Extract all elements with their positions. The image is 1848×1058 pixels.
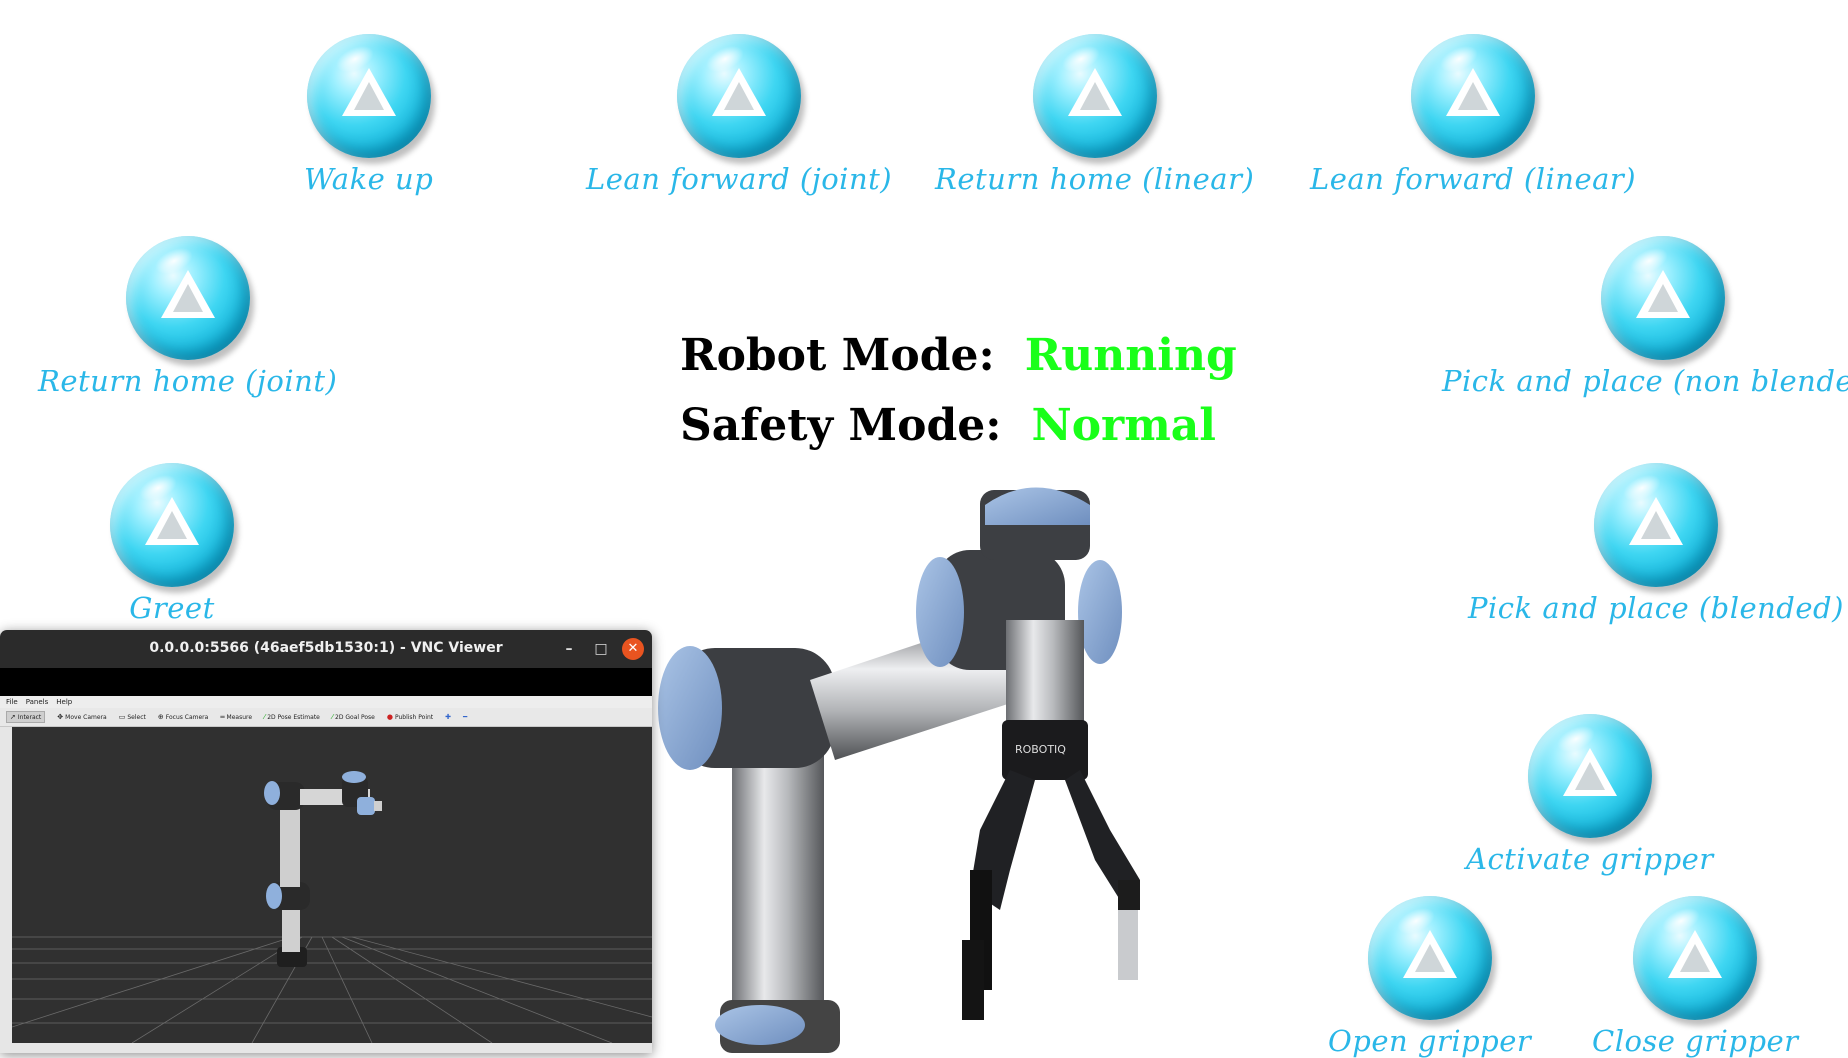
up-arrow-icon xyxy=(1527,714,1652,838)
up-arrow-icon xyxy=(677,34,802,158)
tool-label: Select xyxy=(127,713,146,721)
close-gripper-button[interactable]: Close gripper xyxy=(1592,896,1799,1058)
plus-icon: ✚ xyxy=(445,713,452,721)
up-arrow-icon xyxy=(1032,34,1157,158)
tool-label: Focus Camera xyxy=(165,713,209,721)
up-arrow-icon xyxy=(125,236,250,360)
arrow-icon: ⁄ xyxy=(331,713,334,721)
safety-mode-value: Normal xyxy=(1031,400,1217,451)
vnc-viewer-window[interactable]: 0.0.0.0:5566 (46aef5db1530:1) - VNC View… xyxy=(0,630,652,1053)
up-arrow-icon xyxy=(306,34,431,158)
menu-file[interactable]: File xyxy=(6,698,18,706)
tool-interact[interactable]: ➚ Interact xyxy=(6,711,46,723)
minimize-icon[interactable]: – xyxy=(558,638,580,660)
wake-up-button[interactable]: Wake up xyxy=(304,34,433,196)
pick-place-blended-label: Pick and place (blended) xyxy=(1468,591,1844,625)
tool-publish-point[interactable]: ● Publish Point xyxy=(387,713,433,721)
vnc-remote-top-bar xyxy=(0,668,652,696)
ruler-icon: ═ xyxy=(220,713,225,721)
tool-label: Publish Point xyxy=(394,713,434,721)
up-arrow-icon xyxy=(1367,896,1492,1020)
focus-icon: ⊕ xyxy=(157,713,164,721)
tool-label: Measure xyxy=(226,713,253,721)
rviz-robot-model xyxy=(264,771,382,967)
up-arrow-icon xyxy=(1411,34,1536,158)
lean-forward-linear-button[interactable]: Lean forward (linear) xyxy=(1310,34,1636,196)
up-arrow-icon xyxy=(1593,463,1718,587)
arrow-icon: ⁄ xyxy=(264,713,266,721)
menu-panels[interactable]: Panels xyxy=(26,698,49,706)
tool-remove[interactable]: ━ xyxy=(463,713,467,721)
menu-help[interactable]: Help xyxy=(56,698,72,706)
open-gripper-button[interactable]: Open gripper xyxy=(1328,896,1531,1058)
robot-arm-image: ROBOTIQ xyxy=(658,487,1140,1053)
return-home-joint-button[interactable]: Return home (joint) xyxy=(38,236,337,398)
rviz-left-panel xyxy=(0,727,12,1053)
pick-place-non-blended-button[interactable]: Pick and place (non blended) xyxy=(1442,236,1848,398)
rviz-3d-viewport[interactable] xyxy=(11,727,652,1044)
lean-forward-joint-label: Lean forward (joint) xyxy=(586,162,893,196)
tool-2d-goal-pose[interactable]: ⁄ 2D Goal Pose xyxy=(332,713,375,721)
safety-mode-status: Safety Mode: Normal xyxy=(680,400,1216,451)
return-home-linear-label: Return home (linear) xyxy=(935,162,1255,196)
up-arrow-icon xyxy=(1633,896,1758,1020)
lean-forward-linear-label: Lean forward (linear) xyxy=(1310,162,1637,196)
rviz-scene xyxy=(11,771,652,1044)
vnc-window-title: 0.0.0.0:5566 (46aef5db1530:1) - VNC View… xyxy=(149,640,503,656)
lean-forward-joint-button[interactable]: Lean forward (joint) xyxy=(586,34,892,196)
pick-place-blended-button[interactable]: Pick and place (blended) xyxy=(1468,463,1844,625)
move-icon: ✥ xyxy=(57,713,64,721)
minus-icon: ━ xyxy=(463,713,468,721)
close-icon[interactable]: ✕ xyxy=(622,638,644,660)
pick-place-non-blended-label: Pick and place (non blended) xyxy=(1442,364,1848,398)
tool-focus-camera[interactable]: ⊕ Focus Camera xyxy=(158,713,208,721)
tool-label: Interact xyxy=(17,713,42,721)
tool-add[interactable]: ✚ xyxy=(445,713,451,721)
cursor-icon: ➚ xyxy=(10,713,16,721)
robot-mode-status: Robot Mode: Running xyxy=(680,330,1237,381)
vnc-titlebar[interactable]: 0.0.0.0:5566 (46aef5db1530:1) - VNC View… xyxy=(0,630,652,668)
robot-mode-value: Running xyxy=(1024,330,1237,381)
safety-mode-label: Safety Mode: xyxy=(680,400,1002,451)
tool-label: 2D Pose Estimate xyxy=(267,713,320,721)
ground-grid xyxy=(11,936,652,1044)
tool-2d-pose-estimate[interactable]: ⁄ 2D Pose Estimate xyxy=(264,713,320,721)
return-home-joint-label: Return home (joint) xyxy=(38,364,338,398)
tool-move-camera[interactable]: ✥ Move Camera xyxy=(57,713,106,721)
activate-gripper-label: Activate gripper xyxy=(1466,842,1714,876)
maximize-icon[interactable]: □ xyxy=(590,638,612,660)
greet-label: Greet xyxy=(129,591,215,625)
up-arrow-icon xyxy=(110,463,234,587)
robotiq-logo: ROBOTIQ xyxy=(1015,743,1066,756)
pin-icon: ● xyxy=(386,713,393,721)
up-arrow-icon xyxy=(1600,236,1725,360)
rviz-menubar: File Panels Help xyxy=(0,696,652,708)
select-icon: ▭ xyxy=(118,713,126,721)
rviz-status-bar xyxy=(12,1043,652,1053)
robot-mode-label: Robot Mode: xyxy=(680,330,995,381)
return-home-linear-button[interactable]: Return home (linear) xyxy=(935,34,1254,196)
greet-button[interactable]: Greet xyxy=(110,463,234,625)
tool-measure[interactable]: ═ Measure xyxy=(220,713,252,721)
wake-up-label: Wake up xyxy=(304,162,434,196)
tool-label: 2D Goal Pose xyxy=(335,713,375,721)
activate-gripper-button[interactable]: Activate gripper xyxy=(1466,714,1714,876)
tool-label: Move Camera xyxy=(65,713,107,721)
tool-select[interactable]: ▭ Select xyxy=(119,713,146,721)
rviz-toolbar: ➚ Interact ✥ Move Camera ▭ Select ⊕ Focus Ca… xyxy=(0,708,652,727)
